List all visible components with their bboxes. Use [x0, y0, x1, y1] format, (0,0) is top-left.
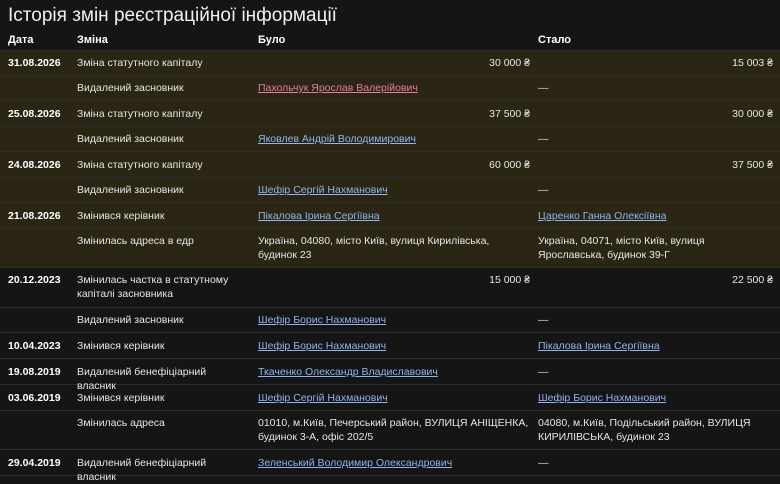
row-change: Змінилась адреса: [77, 417, 165, 429]
row-date: 31.08.2026: [8, 57, 61, 69]
table-row: 21.08.2026 Змінився керівник Пікалова Ір…: [0, 203, 780, 229]
row-date: 20.12.2023: [8, 274, 61, 286]
person-link[interactable]: Шефір Борис Нахманович: [258, 314, 386, 326]
row-was-value: 30 000 ₴: [489, 57, 530, 69]
row-now-value: 37 500 ₴: [732, 159, 773, 171]
row-was-value: 60 000 ₴: [489, 159, 530, 171]
row-now-value: 22 500 ₴: [732, 274, 773, 286]
page-title: Історія змін реєстраційної інформації: [8, 5, 337, 26]
table-row: 24.08.2026 Зміна статутного капіталу 60 …: [0, 152, 780, 178]
person-link[interactable]: Пікалова Ірина Сергіївна: [538, 340, 660, 352]
table-header: Дата Зміна Було Стало: [0, 32, 780, 51]
column-header-change: Зміна: [77, 34, 108, 46]
person-link[interactable]: Царенко Ганна Олексіївна: [538, 210, 667, 222]
table-row: Змінилась адреса 01010, м.Київ, Печерськ…: [0, 411, 780, 450]
row-date: 24.08.2026: [8, 159, 61, 171]
row-now-value: —: [538, 184, 549, 196]
table-row: 31.08.2026 Зміна статутного капіталу 30 …: [0, 51, 780, 76]
table-row: 03.06.2019 Змінився керівник Шефір Сергі…: [0, 385, 780, 411]
row-now-address: Україна, 04071, місто Київ, вулиця Яросл…: [538, 235, 705, 261]
row-now-value: —: [538, 82, 549, 94]
table-row: Видалений засновник Шефір Сергій Нахмано…: [0, 178, 780, 203]
row-now-value: 15 003 ₴: [732, 57, 773, 69]
column-header-date: Дата: [8, 34, 34, 46]
row-change: Зміна статутного капіталу: [77, 57, 203, 69]
table-row: Видалений засновник Пахольчук Ярослав Ва…: [0, 76, 780, 101]
row-change: Видалений бенефіціарний власник: [77, 457, 207, 483]
row-change: Змінився керівник: [77, 340, 165, 352]
person-link[interactable]: Пікалова Ірина Сергіївна: [258, 210, 380, 222]
row-change: Видалений засновник: [77, 184, 184, 196]
person-link[interactable]: Пахольчук Ярослав Валерійович: [258, 82, 418, 94]
history-table-body: 31.08.2026 Зміна статутного капіталу 30 …: [0, 51, 780, 483]
row-now-address: 04080, м.Київ, Подільський район, ВУЛИЦЯ…: [538, 417, 751, 443]
table-row: Змінилась адреса в едр Україна, 04080, м…: [0, 229, 780, 268]
row-change: Видалений засновник: [77, 82, 184, 94]
row-now-value: 30 000 ₴: [732, 108, 773, 120]
row-date: 25.08.2026: [8, 108, 61, 120]
person-link[interactable]: Шефір Борис Нахманович: [258, 340, 386, 352]
person-link[interactable]: Яковлев Андрій Володимирович: [258, 133, 416, 145]
person-link[interactable]: Шефір Сергій Нахманович: [258, 184, 388, 196]
row-now-value: —: [538, 314, 549, 326]
person-link[interactable]: Шефір Борис Нахманович: [538, 392, 666, 404]
row-change: Змінилась адреса в едр: [77, 235, 194, 247]
row-change: Змінився керівник: [77, 210, 165, 222]
table-row: Видалений засновник Шефір Борис Нахманов…: [0, 308, 780, 333]
row-date: 03.06.2019: [8, 392, 61, 404]
row-change: Зміна статутного капіталу: [77, 108, 203, 120]
row-now-value: —: [538, 133, 549, 145]
row-change: Змінилась частка в статутному капіталі з…: [77, 274, 229, 300]
person-link[interactable]: Ткаченко Олександр Владиславович: [258, 366, 438, 378]
row-was-address: 01010, м.Київ, Печерський район, ВУЛИЦЯ …: [258, 417, 529, 443]
table-row: 19.08.2019 Видалений бенефіціарний власн…: [0, 359, 780, 392]
table-row: Видалений засновник Яковлев Андрій Волод…: [0, 127, 780, 152]
row-change: Видалений засновник: [77, 314, 184, 326]
row-was-value: 37 500 ₴: [489, 108, 530, 120]
column-header-now: Стало: [538, 34, 572, 46]
row-was-value: 15 000 ₴: [489, 274, 530, 286]
table-row: 29.04.2019 Видалений бенефіціарний власн…: [0, 450, 780, 483]
column-header-was: Було: [258, 34, 286, 46]
row-was-address: Україна, 04080, місто Київ, вулиця Кирил…: [258, 235, 490, 261]
person-link[interactable]: Зеленський Володимир Олександрович: [258, 457, 452, 469]
row-change: Змінився керівник: [77, 392, 165, 404]
row-date: 21.08.2026: [8, 210, 61, 222]
row-date: 19.08.2019: [8, 366, 61, 378]
row-change: Видалений засновник: [77, 133, 184, 145]
person-link[interactable]: Шефір Сергій Нахманович: [258, 392, 388, 404]
table-row: 25.08.2026 Зміна статутного капіталу 37 …: [0, 101, 780, 127]
table-row: 20.12.2023 Змінилась частка в статутному…: [0, 268, 780, 308]
table-row: 10.04.2023 Змінився керівник Шефір Борис…: [0, 333, 780, 359]
row-change: Зміна статутного капіталу: [77, 159, 203, 171]
row-date: 10.04.2023: [8, 340, 61, 352]
row-now-value: —: [538, 366, 549, 378]
